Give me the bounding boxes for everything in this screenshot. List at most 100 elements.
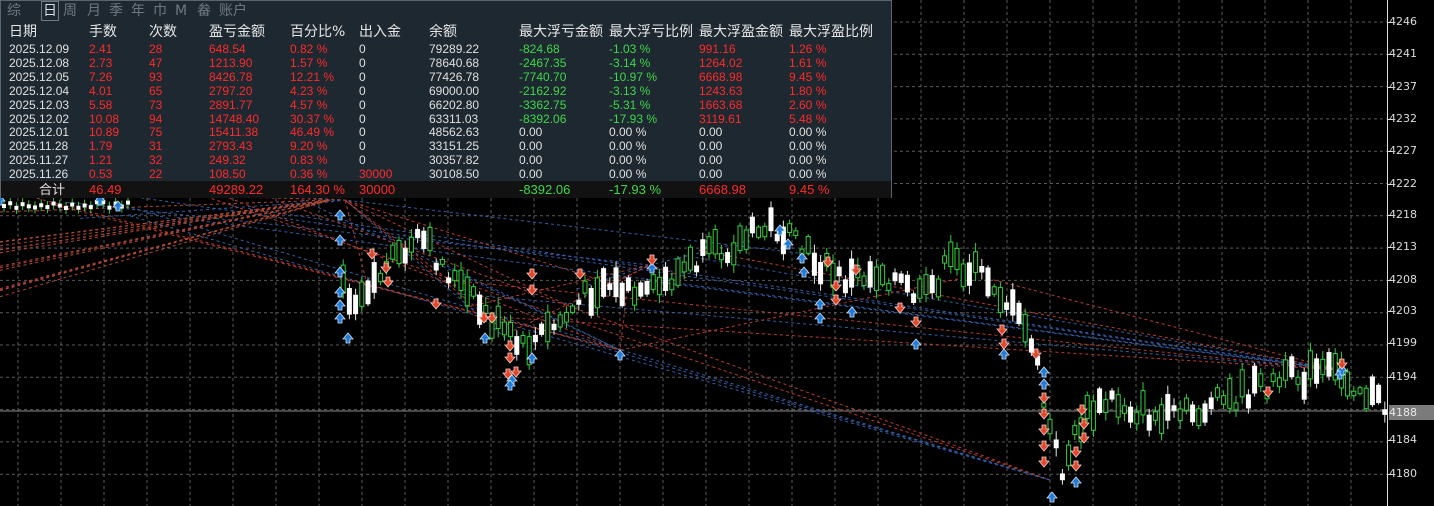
buy-arrow-icon	[796, 252, 808, 264]
table-cell: 2025.12.05	[9, 69, 70, 84]
tab-0[interactable]: 综	[7, 2, 21, 20]
buy-arrow-icon	[814, 312, 826, 324]
table-cell: 0	[359, 111, 366, 126]
table-cell: 1663.68	[699, 97, 743, 112]
table-row[interactable]: 2025.11.26 0.53 22 108.50 0.36 % 30000 30108.5…	[1, 167, 891, 181]
table-cell: 4.57 %	[290, 97, 328, 112]
price-tick-label: 4246	[1389, 15, 1417, 28]
column-header[interactable]: 手数	[89, 23, 117, 41]
candle-body	[694, 265, 700, 273]
table-row[interactable]: 2025.12.08 2.73 47 1213.90 1.57 % 0 78640.68 -2…	[1, 56, 891, 70]
trade-line	[344, 199, 367, 280]
candle-body	[762, 225, 768, 238]
candle-body	[1233, 402, 1239, 411]
tab-1[interactable]: 日	[41, 1, 59, 21]
column-header[interactable]: 最大浮亏比例	[609, 23, 693, 41]
tab-2[interactable]: 周	[63, 2, 77, 20]
trade-line	[0, 199, 331, 251]
column-header[interactable]: 盈亏金额	[209, 23, 265, 41]
table-cell: 0.00 %	[789, 167, 827, 182]
tab-3[interactable]: 月	[87, 2, 101, 20]
candle-body	[973, 251, 979, 273]
column-header[interactable]: 出入金	[359, 23, 401, 41]
candle-body	[1295, 376, 1301, 385]
column-header[interactable]: 最大浮盈比例	[789, 23, 873, 41]
table-cell: 1264.02	[699, 55, 743, 70]
tab-4[interactable]: 季	[109, 2, 123, 20]
table-cell: 4.23 %	[290, 83, 328, 98]
table-row[interactable]: 2025.12.03 5.58 73 2891.77 4.57 % 0 66202.80 -3…	[1, 98, 891, 112]
table-cell: 648.54	[209, 42, 246, 56]
price-tick-label: 4194	[1389, 370, 1417, 383]
candle-body	[904, 274, 910, 293]
column-header[interactable]: 百分比%	[290, 23, 345, 41]
table-row[interactable]: 2025.12.09 2.41 28 648.54 0.82 % 0 79289.22 -82…	[1, 42, 891, 56]
candle-body	[14, 205, 19, 210]
candle-body	[607, 283, 613, 290]
candle-body	[8, 201, 13, 206]
tab-6[interactable]: 巾	[153, 2, 167, 20]
candle-body	[1252, 365, 1258, 394]
price-tick-mark	[1387, 377, 1392, 378]
table-cell: 93	[149, 69, 163, 84]
table-cell: 22	[149, 167, 163, 182]
table-cell: 249.32	[209, 153, 246, 168]
candle-body	[439, 258, 445, 265]
column-header[interactable]: 日期	[9, 23, 37, 41]
table-row[interactable]: 2025.12.01 10.89 75 15411.38 46.49 % 0 48562.6…	[1, 125, 891, 139]
table-cell: 0.82 %	[290, 42, 328, 56]
candle-body	[1140, 390, 1146, 416]
candle-body	[1221, 395, 1227, 405]
candle-body	[45, 205, 50, 210]
candle-body	[886, 282, 892, 291]
table-cell: 1213.90	[209, 55, 253, 70]
column-header[interactable]: 最大浮亏金额	[519, 23, 603, 41]
table-row[interactable]: 2025.12.04 4.01 65 2797.20 4.23 % 0 69000.00 -2…	[1, 84, 891, 98]
column-header[interactable]: 最大浮盈金额	[699, 23, 783, 41]
table-cell: 48562.63	[429, 125, 480, 140]
candle-body	[880, 264, 886, 286]
column-header[interactable]: 次数	[149, 23, 177, 41]
candle-body	[712, 229, 718, 255]
price-tick-label: 4180	[1389, 467, 1417, 480]
candle-body	[107, 205, 112, 210]
candle-body	[1208, 397, 1214, 410]
candle-body	[26, 204, 31, 209]
candle-body	[935, 278, 941, 298]
buy-arrow-icon	[798, 266, 810, 278]
candle-body	[20, 202, 25, 207]
candle-body	[57, 203, 62, 208]
tab-9[interactable]: 账户	[219, 2, 247, 20]
table-row[interactable]: 2025.11.27 1.21 32 249.32 0.83 % 0 30357.82 0.0…	[1, 153, 891, 167]
price-axis[interactable]	[1387, 0, 1434, 506]
trade-line	[280, 201, 1051, 481]
sell-arrow-icon	[1070, 446, 1082, 458]
tab-8[interactable]: 畚	[197, 2, 211, 20]
table-row[interactable]: 2025.12.05 7.26 93 8426.78 12.21 % 0 77426.78 -…	[1, 70, 891, 84]
totals-row: 合计 46.49 49289.22 164.30 % 30000 -8392.0…	[1, 181, 891, 198]
candle-body	[1022, 313, 1028, 343]
table-cell: 2.41	[89, 42, 113, 56]
candle-body	[731, 242, 737, 266]
table-cell: 0.00 %	[609, 125, 647, 140]
tab-7[interactable]: M	[175, 2, 187, 20]
table-row[interactable]: 2025.11.28 1.79 31 2793.43 9.20 % 0 33151.25 0.…	[1, 139, 891, 153]
candle-body	[923, 274, 929, 295]
candle-body	[1152, 411, 1158, 421]
table-cell: -824.68	[519, 42, 560, 56]
table-cell: 63311.03	[429, 111, 479, 126]
candle-body	[1270, 373, 1276, 383]
sell-arrow-icon	[430, 298, 442, 310]
candle-body	[650, 274, 656, 290]
buy-arrow-icon	[814, 298, 826, 310]
candle-body	[551, 323, 557, 331]
candle-body	[39, 203, 44, 208]
candle-body	[1084, 394, 1090, 419]
candle-body	[1227, 378, 1233, 409]
candle-body	[867, 261, 873, 288]
table-row[interactable]: 2025.12.02 10.08 94 14748.40 30.37 % 0 63311.0…	[1, 112, 891, 126]
column-header[interactable]: 余额	[429, 23, 457, 41]
table-cell: 0	[359, 125, 366, 140]
price-tick-mark	[1387, 280, 1392, 281]
tab-5[interactable]: 年	[131, 2, 145, 20]
